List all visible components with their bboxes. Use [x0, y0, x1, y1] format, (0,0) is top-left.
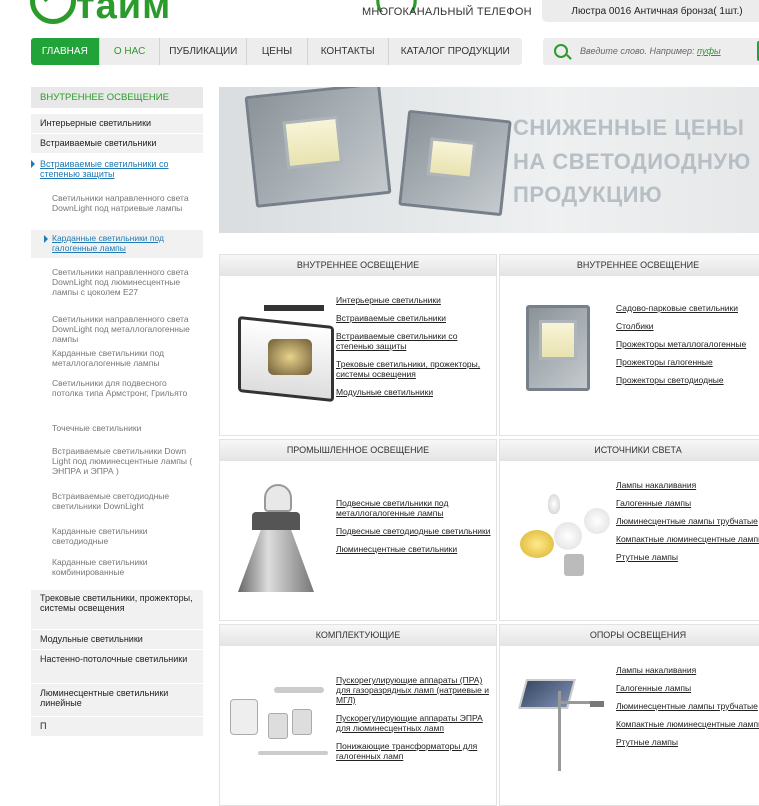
category-link[interactable]: Лампы накаливания	[616, 665, 759, 675]
category-link[interactable]: Прожекторы металлогалогенные	[616, 339, 746, 349]
sidebar-subitem[interactable]: Карданные светильники комбинированные	[31, 557, 203, 590]
category-link[interactable]: Столбики	[616, 321, 746, 331]
banner-line-1: СНИЖЕННЫЕ ЦЕНЫ	[513, 115, 745, 140]
panel-title[interactable]: ОПОРЫ ОСВЕЩЕНИЯ	[500, 625, 759, 646]
phone-label: МНОГОКАНАЛЬНЫЙ ТЕЛЕФОН	[362, 6, 532, 18]
category-link[interactable]: Пускорегулирующие аппараты ЭПРА для люми…	[336, 713, 496, 733]
sidebar-item[interactable]: Трековые светильники, прожекторы, систем…	[31, 590, 203, 630]
sidebar-subitem[interactable]: Встраиваемые светильники Down Light под …	[31, 446, 203, 491]
sidebar-subitem[interactable]: Светильники направленного света DownLigh…	[31, 185, 203, 224]
category-panel: ВНУТРЕННЕЕ ОСВЕЩЕНИЕ Интерьерные светиль…	[219, 254, 497, 436]
nav-contacts[interactable]: КОНТАКТЫ	[308, 38, 389, 65]
category-link[interactable]: Понижающие трансформаторы для галогенных…	[336, 741, 496, 761]
search-box[interactable]: Введите слово. Например: пуфы	[543, 38, 759, 65]
category-link[interactable]: Встраиваемые светильники	[336, 313, 496, 323]
sidebar-subitem[interactable]: Встраиваемые светодиодные светильники Do…	[31, 491, 203, 526]
cart-summary[interactable]: Люстра 0016 Античная бронза( 1шт.)	[542, 0, 759, 22]
solar-lamp-pole-image[interactable]	[514, 671, 614, 771]
industrial-pendant-image[interactable]	[238, 484, 314, 596]
nav-catalog[interactable]: КАТАЛОГ ПРОДУКЦИИ	[389, 38, 522, 65]
track-spotlight-image[interactable]	[234, 305, 334, 403]
cart-text: Люстра 0016 Античная бронза( 1шт.)	[571, 6, 743, 17]
sidebar-item-active[interactable]: Встраиваемые светильники со степенью защ…	[31, 154, 203, 185]
search-icon[interactable]	[554, 44, 568, 58]
nav-home[interactable]: ГЛАВНАЯ	[31, 38, 100, 65]
nav-prices[interactable]: ЦЕНЫ	[247, 38, 308, 65]
category-link[interactable]: Встраиваемые светильники со степенью защ…	[336, 331, 496, 351]
floodlight-image	[244, 87, 392, 208]
nav-about[interactable]: О НАС	[100, 38, 161, 65]
category-link[interactable]: Садово-парковые светильники	[616, 303, 746, 313]
category-panel: ИСТОЧНИКИ СВЕТА Лампы накаливания Галоге…	[499, 439, 759, 621]
sidebar-subitem[interactable]: Карданные светильники светодиодные	[31, 526, 203, 557]
category-link[interactable]: Интерьерные светильники	[336, 295, 496, 305]
sidebar-item[interactable]: Люминесцентные светильники линейные	[31, 684, 203, 717]
panel-title[interactable]: ВНУТРЕННЕЕ ОСВЕЩЕНИЕ	[220, 255, 496, 276]
sidebar-heading[interactable]: ВНУТРЕННЕЕ ОСВЕЩЕНИЕ	[31, 87, 203, 108]
sidebar-item[interactable]: Встраиваемые светильники	[31, 134, 203, 154]
light-bulbs-image[interactable]	[504, 494, 614, 580]
sidebar-subitem[interactable]: Светильники направленного света DownLigh…	[31, 312, 203, 348]
search-example-link[interactable]: пуфы	[697, 46, 721, 56]
sidebar-subitem[interactable]: Точечные светильники	[31, 423, 203, 446]
sidebar-item[interactable]: П	[31, 717, 203, 737]
main-nav: ГЛАВНАЯ О НАС ПУБЛИКАЦИИ ЦЕНЫ КОНТАКТЫ К…	[31, 38, 522, 65]
sidebar-item[interactable]: Модульные светильники	[31, 630, 203, 650]
category-link[interactable]: Модульные светильники	[336, 387, 496, 397]
logo-clock-icon[interactable]	[30, 0, 76, 24]
category-link[interactable]: Компактные люминесцентные лампы	[616, 534, 759, 544]
category-link[interactable]: Люминесцентные светильники	[336, 544, 496, 554]
category-link[interactable]: Галогенные лампы	[616, 498, 759, 508]
category-link[interactable]: Лампы накаливания	[616, 480, 759, 490]
category-panel: КОМПЛЕКТУЮЩИЕ Пускорегулирующие аппараты…	[219, 624, 497, 806]
category-link[interactable]: Ртутные лампы	[616, 737, 759, 747]
category-link[interactable]: Ртутные лампы	[616, 552, 759, 562]
nav-publications[interactable]: ПУБЛИКАЦИИ	[160, 38, 248, 65]
category-link[interactable]: Люминесцентные лампы трубчатые	[616, 701, 759, 711]
sidebar: ВНУТРЕННЕЕ ОСВЕЩЕНИЕ Интерьерные светиль…	[31, 87, 203, 737]
floodlight-image-2	[398, 109, 512, 217]
outdoor-floodlight-image[interactable]	[526, 305, 590, 391]
category-link[interactable]: Галогенные лампы	[616, 683, 759, 693]
sidebar-subitem[interactable]: Светильники для подвесного потолка типа …	[31, 378, 203, 423]
sidebar-subitem[interactable]: Светильники направленного света DownLigh…	[31, 259, 203, 312]
promo-banner[interactable]: СНИЖЕННЫЕ ЦЕНЫ НА СВЕТОДИОДНУЮ ПРОДУКЦИЮ	[219, 87, 759, 233]
panel-title[interactable]: ВНУТРЕННЕЕ ОСВЕЩЕНИЕ	[500, 255, 759, 276]
category-link[interactable]: Компактные люминесцентные лампы	[616, 719, 759, 729]
sidebar-item[interactable]: Интерьерные светильники	[31, 114, 203, 134]
category-panel: ВНУТРЕННЕЕ ОСВЕЩЕНИЕ Садово-парковые све…	[499, 254, 759, 436]
sidebar-subitem[interactable]: Карданные светильники под металлогалоген…	[31, 348, 203, 378]
panel-title[interactable]: ИСТОЧНИКИ СВЕТА	[500, 440, 759, 461]
search-input[interactable]: Введите слово. Например: пуфы	[580, 46, 721, 56]
category-panel: ПРОМЫШЛЕННОЕ ОСВЕЩЕНИЕ Подвесные светиль…	[219, 439, 497, 621]
sidebar-subitem-active[interactable]: Карданные светильники под галогенные лам…	[31, 230, 203, 259]
panel-title[interactable]: ПРОМЫШЛЕННОЕ ОСВЕЩЕНИЕ	[220, 440, 496, 461]
banner-line-2: НА СВЕТОДИОДНУЮ	[513, 149, 751, 174]
category-panel: ОПОРЫ ОСВЕЩЕНИЯ Лампы накаливания Галоге…	[499, 624, 759, 806]
category-link[interactable]: Прожекторы светодиодные	[616, 375, 746, 385]
category-link[interactable]: Трековые светильники, прожекторы, систем…	[336, 359, 496, 379]
category-link[interactable]: Люминесцентные лампы трубчатые	[616, 516, 759, 526]
category-link[interactable]: Подвесные светильники под металлогалоген…	[336, 498, 496, 518]
panel-title[interactable]: КОМПЛЕКТУЮЩИЕ	[220, 625, 496, 646]
category-link[interactable]: Подвесные светодиодные светильники	[336, 526, 496, 536]
sidebar-item[interactable]: Настенно-потолочные светильники	[31, 650, 203, 684]
banner-line-3: ПРОДУКЦИЮ	[513, 182, 663, 207]
components-image[interactable]	[228, 667, 332, 767]
category-link[interactable]: Прожекторы галогенные	[616, 357, 746, 367]
category-link[interactable]: Пускорегулирующие аппараты (ПРА) для газ…	[336, 675, 496, 705]
logo-text[interactable]: тайм	[76, 0, 171, 26]
